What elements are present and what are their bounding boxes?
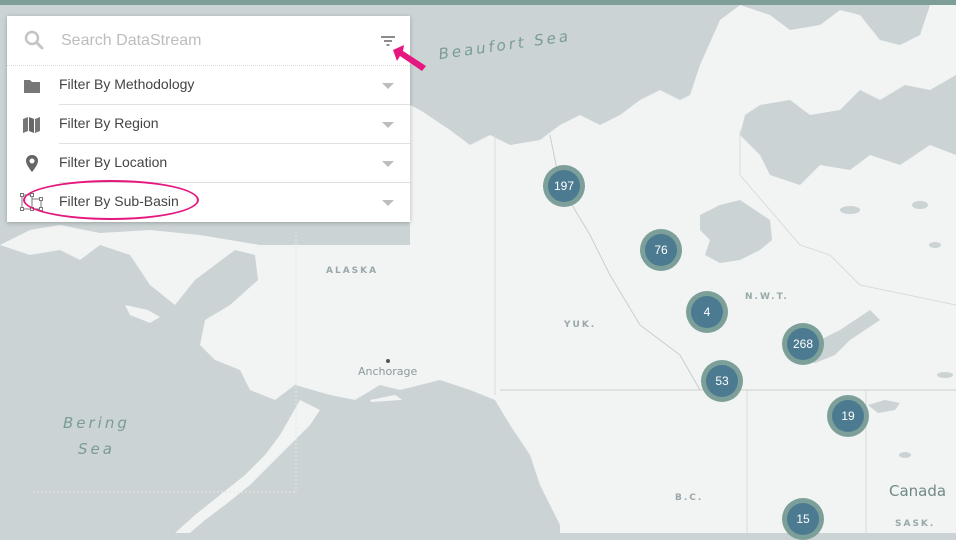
label-bering-sea-line2: Sea (78, 440, 115, 458)
cluster-marker[interactable]: 197 (543, 165, 585, 207)
folder-icon (24, 80, 40, 93)
filter-label: Filter By Region (59, 115, 159, 131)
label-yukon: YUK. (564, 320, 597, 330)
label-bc: B.C. (675, 493, 704, 503)
location-pin-icon (26, 155, 38, 172)
cluster-count: 197 (548, 170, 580, 202)
top-accent-bar (0, 0, 956, 5)
search-input[interactable] (59, 26, 363, 56)
cluster-count: 19 (832, 400, 864, 432)
pointer-arrow-annotation (393, 45, 426, 71)
lake (840, 206, 860, 214)
anchorage-marker (386, 359, 390, 363)
search-filter-panel: Filter By Methodology Filter By Region F… (7, 16, 410, 222)
label-sask: SASK. (895, 519, 936, 529)
lake (937, 372, 953, 378)
lake (929, 242, 941, 248)
cluster-count: 4 (691, 296, 723, 328)
cluster-marker[interactable]: 19 (827, 395, 869, 437)
filter-sub-basin-dropdown[interactable]: Filter By Sub-Basin (7, 183, 410, 222)
label-nwt: N.W.T. (745, 292, 789, 302)
cluster-count: 76 (645, 234, 677, 266)
caret-down-icon (382, 83, 394, 89)
cluster-marker[interactable]: 4 (686, 291, 728, 333)
label-bering-sea-line1: Bering (63, 414, 130, 432)
filter-label: Filter By Sub-Basin (59, 193, 179, 209)
map-icon (23, 117, 40, 133)
caret-down-icon (382, 122, 394, 128)
lake (912, 201, 928, 209)
cluster-count: 53 (706, 365, 738, 397)
cluster-marker[interactable]: 53 (701, 360, 743, 402)
filter-region-dropdown[interactable]: Filter By Region (7, 105, 410, 144)
cluster-count: 268 (787, 328, 819, 360)
filter-methodology-dropdown[interactable]: Filter By Methodology (7, 66, 410, 105)
cluster-marker[interactable]: 268 (782, 323, 824, 365)
search-icon (24, 30, 44, 50)
cluster-marker[interactable]: 15 (782, 498, 824, 540)
sub-basin-icon (20, 193, 43, 211)
label-anchorage: Anchorage (358, 365, 418, 378)
label-alaska: ALASKA (326, 266, 379, 276)
label-canada: Canada (889, 482, 947, 500)
caret-down-icon (382, 200, 394, 206)
filter-label: Filter By Location (59, 154, 168, 170)
filter-location-dropdown[interactable]: Filter By Location (7, 144, 410, 183)
cluster-marker[interactable]: 76 (640, 229, 682, 271)
filter-label: Filter By Methodology (59, 76, 195, 92)
lake (899, 452, 911, 458)
caret-down-icon (382, 161, 394, 167)
cluster-count: 15 (787, 503, 819, 535)
search-bar (7, 16, 410, 66)
